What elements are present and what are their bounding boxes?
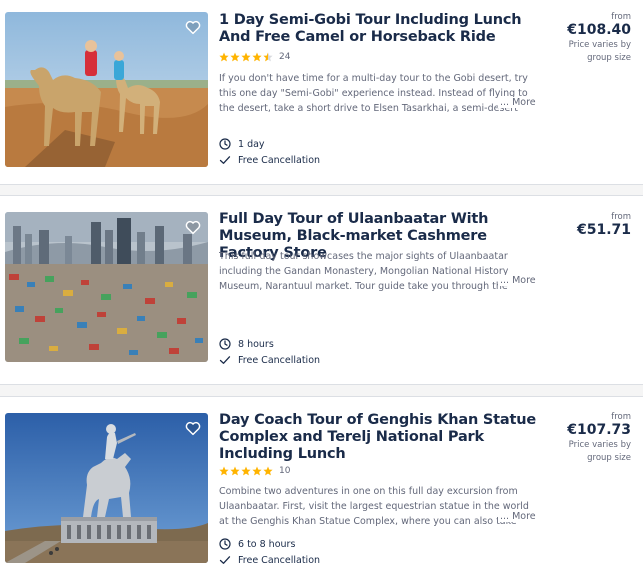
heart-icon[interactable]: [184, 18, 202, 36]
rating[interactable]: 10: [219, 466, 290, 476]
review-count: 10: [279, 466, 291, 476]
cancellation-text: Free Cancellation: [238, 554, 321, 566]
clock-icon: [219, 538, 231, 550]
price: €51.71: [576, 222, 631, 238]
star-icon: [230, 52, 240, 62]
price: €107.73: [567, 422, 631, 438]
heart-icon[interactable]: [184, 419, 202, 437]
activity-features: 6 to 8 hours Free Cancellation: [219, 536, 320, 568]
activity-description: This full-day tour showcases the major s…: [219, 251, 509, 292]
activity-features: 1 day Free Cancellation: [219, 136, 320, 168]
free-cancellation: Free Cancellation: [219, 352, 320, 368]
price-from-label: from: [611, 212, 631, 222]
heart-icon[interactable]: [184, 218, 202, 236]
review-count: 24: [279, 52, 291, 62]
free-cancellation: Free Cancellation: [219, 552, 320, 568]
star-icon: [252, 52, 262, 62]
price-note: Price varies by group size: [568, 40, 631, 63]
price-from-label: from: [611, 12, 631, 22]
activity-card[interactable]: Full Day Tour of Ulaanbaatar With Museum…: [0, 196, 643, 384]
duration-text: 6 to 8 hours: [238, 538, 296, 550]
price-from-label: from: [611, 412, 631, 422]
more-link[interactable]: ... More: [498, 511, 536, 522]
activity-card[interactable]: Day Coach Tour of Genghis Khan Statue Co…: [0, 397, 643, 582]
cancellation-text: Free Cancellation: [238, 354, 321, 366]
star-icon: [230, 466, 240, 476]
price-box: from €108.40 Price varies by group size: [561, 12, 631, 65]
rating[interactable]: 24: [219, 52, 290, 62]
activity-title[interactable]: 1 Day Semi-Gobi Tour Including Lunch And…: [219, 12, 549, 46]
cancellation-text: Free Cancellation: [238, 154, 321, 166]
activity-features: 8 hours Free Cancellation: [219, 336, 320, 368]
half-star-icon: [263, 52, 273, 62]
duration: 6 to 8 hours: [219, 536, 320, 552]
price: €108.40: [567, 22, 631, 38]
star-icon: [241, 466, 251, 476]
price-note: Price varies by group size: [568, 440, 631, 463]
more-link[interactable]: ... More: [498, 97, 536, 108]
duration-text: 8 hours: [238, 338, 274, 350]
duration: 1 day: [219, 136, 320, 152]
star-icon: [252, 466, 262, 476]
check-icon: [219, 556, 231, 564]
more-link[interactable]: ... More: [498, 275, 536, 286]
camel-ride-photo[interactable]: [5, 12, 208, 167]
check-icon: [219, 156, 231, 164]
star-icon: [219, 466, 229, 476]
activity-description: If you don't have time for a multi-day t…: [219, 73, 528, 114]
clock-icon: [219, 138, 231, 150]
star-icon: [241, 52, 251, 62]
clock-icon: [219, 338, 231, 350]
star-icon: [263, 466, 273, 476]
card-gap: [0, 385, 643, 396]
duration: 8 hours: [219, 336, 320, 352]
duration-text: 1 day: [238, 138, 265, 150]
star-rating: [219, 52, 273, 62]
activity-title[interactable]: Day Coach Tour of Genghis Khan Statue Co…: [219, 412, 549, 463]
equestrian-statue-photo[interactable]: [5, 413, 208, 563]
check-icon: [219, 356, 231, 364]
activity-description: Combine two adventures in one on this fu…: [219, 486, 529, 527]
activity-card[interactable]: 1 Day Semi-Gobi Tour Including Lunch And…: [0, 0, 643, 184]
price-box: from €107.73 Price varies by group size: [561, 412, 631, 465]
city-skyline-photo[interactable]: [5, 212, 208, 362]
card-gap: [0, 185, 643, 195]
price-box: from €51.71: [577, 212, 631, 239]
free-cancellation: Free Cancellation: [219, 152, 320, 168]
star-icon: [219, 52, 229, 62]
star-rating: [219, 466, 273, 476]
